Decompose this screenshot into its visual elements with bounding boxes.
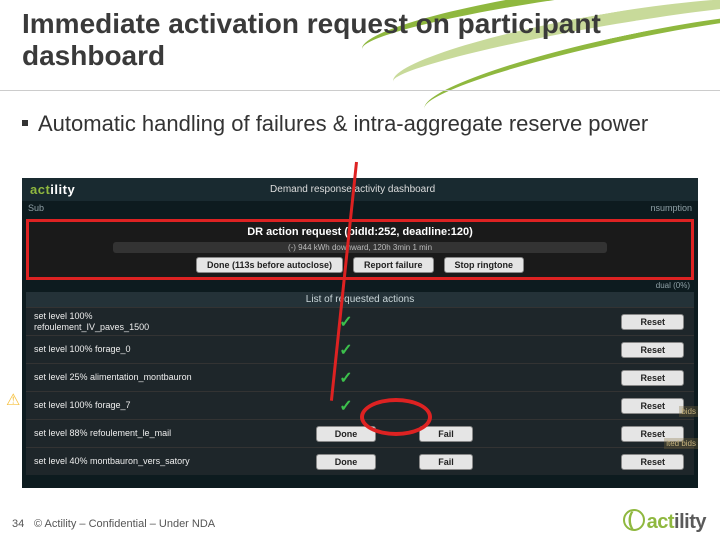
side-hint: bids xyxy=(679,406,698,417)
table-row: set level 100%refoulement_IV_paves_1500 … xyxy=(26,307,694,335)
reset-button[interactable]: Reset xyxy=(621,314,684,330)
done-button[interactable]: Done xyxy=(316,454,377,470)
reset-button[interactable]: Reset xyxy=(621,454,684,470)
bullet-dot-icon xyxy=(22,120,28,126)
fail-button[interactable]: Fail xyxy=(419,426,473,442)
stop-ringtone-button[interactable]: Stop ringtone xyxy=(444,257,525,273)
brand-logo: actility xyxy=(30,182,75,197)
done-autoclose-button[interactable]: Done (113s before autoclose) xyxy=(196,257,343,273)
row-label: set level 100% xyxy=(34,311,93,321)
annotation-circle xyxy=(360,398,432,436)
reset-button[interactable]: Reset xyxy=(621,370,684,386)
page-number: 34 xyxy=(12,518,24,530)
dashboard-screenshot: actility Demand response activity dashbo… xyxy=(22,178,698,488)
dr-action-subtitle: (-) 944 kWh downward, 120h 3min 1 min xyxy=(113,242,607,253)
col-header-left: Sub xyxy=(28,203,44,213)
reset-button[interactable]: Reset xyxy=(621,398,684,414)
table-row: set level 100% forage_0 ✓ Reset xyxy=(26,335,694,363)
sub-header-right: dual (0%) xyxy=(22,280,698,290)
list-header: List of requested actions xyxy=(26,292,694,307)
bullet-text: Automatic handling of failures & intra-a… xyxy=(38,110,648,138)
table-row: set level 40% montbauron_vers_satory Don… xyxy=(26,447,694,475)
table-row: set level 25% alimentation_montbauron ✓ … xyxy=(26,363,694,391)
dr-action-title: DR action request (bidId:252, deadline:1… xyxy=(33,224,687,242)
row-sublabel: refoulement_IV_paves_1500 xyxy=(34,322,149,332)
dashboard-header: actility Demand response activity dashbo… xyxy=(22,178,698,201)
fail-button[interactable]: Fail xyxy=(419,454,473,470)
title-underline xyxy=(0,90,720,91)
bullet-item: Automatic handling of failures & intra-a… xyxy=(22,110,648,138)
footer-text: © Actility – Confidential – Under NDA xyxy=(34,518,215,530)
side-hint: ited bids xyxy=(664,438,698,449)
footer-logo: actility xyxy=(623,506,706,534)
warning-icon: ⚠ xyxy=(6,390,24,408)
col-header-right: nsumption xyxy=(650,203,692,213)
row-label: set level 100% forage_7 xyxy=(26,400,296,410)
table-row: set level 88% refoulement_le_mail Done F… xyxy=(26,419,694,447)
dr-action-request-panel: DR action request (bidId:252, deadline:1… xyxy=(26,219,694,280)
row-label: set level 40% montbauron_vers_satory xyxy=(26,456,296,466)
report-failure-button[interactable]: Report failure xyxy=(353,257,434,273)
check-icon: ✓ xyxy=(339,370,352,387)
row-label: set level 25% alimentation_montbauron xyxy=(26,372,296,382)
check-icon: ✓ xyxy=(339,342,352,359)
reset-button[interactable]: Reset xyxy=(621,342,684,358)
check-icon: ✓ xyxy=(339,398,352,415)
row-label: set level 88% refoulement_le_mail xyxy=(26,428,296,438)
row-label: set level 100% forage_0 xyxy=(26,344,296,354)
slide-title: Immediate activation request on particip… xyxy=(22,8,720,72)
actions-list: set level 100%refoulement_IV_paves_1500 … xyxy=(26,307,694,475)
